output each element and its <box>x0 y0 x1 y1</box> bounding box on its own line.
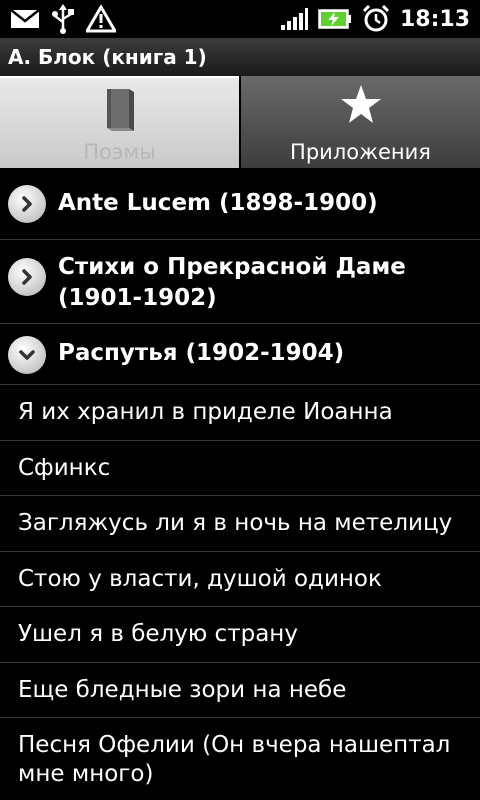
chevron-right-icon <box>8 258 46 296</box>
group-rasputya[interactable]: Распутья (1902-1904) <box>0 324 480 385</box>
tab-apps-label: Приложения <box>290 140 431 164</box>
list-item-label: Сфинкс <box>18 455 111 481</box>
tab-poems-label: Поэмы <box>83 140 156 164</box>
page-title: А. Блок (книга 1) <box>8 45 207 69</box>
list-item-label: Ушел я в белую страну <box>18 621 298 647</box>
usb-icon <box>50 4 76 34</box>
list-item[interactable]: Загляжусь ли я в ночь на метелицу <box>0 496 480 552</box>
list-item[interactable]: Песня Офелии (Он вчера нашептал мне мног… <box>0 718 480 798</box>
title-bar: А. Блок (книга 1) <box>0 38 480 77</box>
chevron-right-icon <box>8 185 46 223</box>
list-item[interactable]: Я их хранил в приделе Иоанна <box>0 385 480 441</box>
star-icon <box>340 84 382 128</box>
battery-charging-icon <box>318 8 352 30</box>
list-item-label: Стою у власти, душой одинок <box>18 566 382 592</box>
list-item[interactable]: Еще бледные зори на небе <box>0 663 480 718</box>
list-item-label: Я их хранил в приделе Иоанна <box>18 399 393 425</box>
list-item[interactable]: Ушел я в белую страну <box>0 607 480 663</box>
alarm-clock-icon <box>362 5 390 33</box>
list-item-label: Еще бледные зори на небе <box>18 677 347 703</box>
group-label: Стихи о Прекрасной Даме (1901-1902) <box>58 254 406 311</box>
tab-apps[interactable]: Приложения <box>239 76 480 168</box>
mail-icon <box>10 8 40 30</box>
status-time: 18:13 <box>399 6 470 32</box>
tab-bar: Поэмы Приложения <box>0 76 480 168</box>
status-bar: 18:13 <box>0 0 480 38</box>
group-ante-lucem[interactable]: Ante Lucem (1898-1900) <box>0 168 480 240</box>
signal-icon <box>280 7 308 31</box>
group-label: Ante Lucem (1898-1900) <box>58 190 378 216</box>
list-item-label: Загляжусь ли я в ночь на метелицу <box>18 510 453 536</box>
tab-poems[interactable]: Поэмы <box>0 76 239 168</box>
group-stikhi-o-prekrasnoy-dame[interactable]: Стихи о Прекрасной Даме (1901-1902) <box>0 240 480 324</box>
list-item[interactable]: Стою у власти, душой одинок <box>0 552 480 607</box>
poem-list: Ante Lucem (1898-1900) Стихи о Прекрасно… <box>0 168 480 798</box>
list-item[interactable]: Сфинкс <box>0 441 480 496</box>
group-label: Распутья (1902-1904) <box>58 340 345 366</box>
book-icon <box>103 86 137 136</box>
chevron-down-icon <box>8 336 46 374</box>
warning-icon <box>86 5 116 33</box>
list-item-label: Песня Офелии (Он вчера нашептал мне мног… <box>18 732 451 787</box>
